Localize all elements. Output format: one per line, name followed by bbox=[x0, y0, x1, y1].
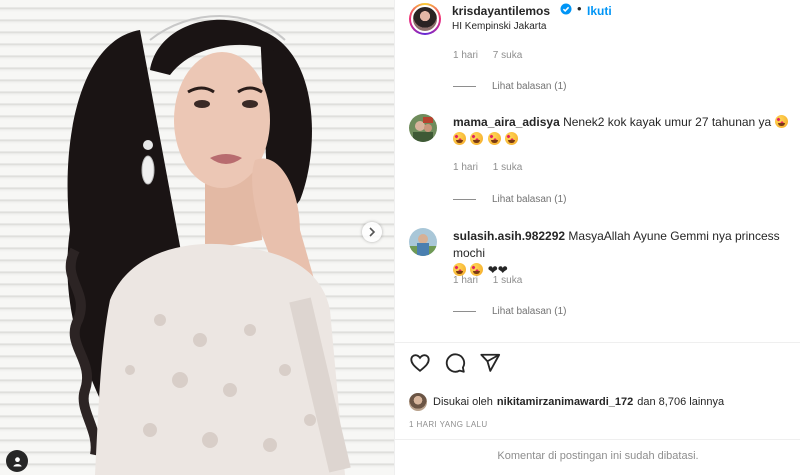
post-photo[interactable] bbox=[0, 0, 394, 475]
heart-eyes-emoji bbox=[774, 115, 788, 128]
share-icon[interactable] bbox=[479, 352, 501, 374]
comment-text: sulasih.asih.982292 MasyaAllah Ayune Gem… bbox=[453, 228, 793, 279]
commenter-avatar[interactable] bbox=[409, 228, 437, 256]
author-username[interactable]: krisdayantilemos bbox=[452, 4, 550, 18]
heart-eyes-emoji bbox=[505, 132, 519, 145]
commenter-avatar[interactable] bbox=[409, 114, 437, 142]
avatar-image bbox=[409, 228, 437, 256]
header-separator: • bbox=[577, 1, 582, 16]
comment-time[interactable]: 1 hari bbox=[453, 50, 478, 61]
liker-username[interactable]: nikitamirzanimawardi_172 bbox=[497, 396, 633, 408]
likes-summary[interactable]: Disukai oleh nikitamirzanimawardi_172 da… bbox=[409, 393, 724, 411]
comment-likes[interactable]: 1 suka bbox=[493, 275, 522, 286]
comment-meta: 1 hari 1 suka bbox=[453, 275, 534, 286]
verified-badge-icon bbox=[560, 3, 572, 15]
heart-icon[interactable] bbox=[409, 352, 431, 374]
commenter-username[interactable]: mama_aira_adisya bbox=[453, 115, 560, 129]
likes-prefix: Disukai oleh bbox=[433, 396, 493, 408]
avatar-image bbox=[409, 114, 437, 142]
comment-likes[interactable]: 7 suka bbox=[493, 50, 522, 61]
follow-button[interactable]: Ikuti bbox=[587, 4, 612, 18]
next-photo-button[interactable] bbox=[362, 222, 382, 242]
view-replies-button[interactable]: Lihat balasan (1) bbox=[453, 306, 567, 317]
comment-text: mama_aira_adisya Nenek2 kok kayak umur 2… bbox=[453, 114, 793, 148]
comment-icon[interactable] bbox=[444, 352, 466, 374]
comment-time[interactable]: 1 hari bbox=[453, 162, 478, 173]
post-timestamp[interactable]: 1 HARI YANG LALU bbox=[409, 420, 488, 429]
view-replies-button[interactable]: Lihat balasan (1) bbox=[453, 81, 567, 92]
comment-likes[interactable]: 1 suka bbox=[493, 162, 522, 173]
post-actions bbox=[409, 352, 501, 376]
likes-count[interactable]: dan 8,706 lainnya bbox=[637, 396, 724, 408]
commenter-username[interactable]: sulasih.asih.982292 bbox=[453, 229, 565, 243]
heart-eyes-emoji bbox=[453, 132, 466, 145]
comments-limited-notice: Komentar di postingan ini sudah dibatasi… bbox=[497, 450, 699, 462]
divider bbox=[395, 439, 800, 440]
media-indicator[interactable] bbox=[6, 450, 28, 472]
chevron-right-icon bbox=[369, 227, 376, 237]
view-replies-button[interactable]: Lihat balasan (1) bbox=[453, 194, 567, 205]
heart-eyes-emoji bbox=[487, 132, 501, 145]
comment-meta: 1 hari 7 suka bbox=[453, 50, 534, 61]
view-replies-label: Lihat balasan (1) bbox=[492, 81, 567, 92]
liker-avatar[interactable] bbox=[409, 393, 427, 411]
user-icon bbox=[12, 456, 22, 467]
post-photo-illustration bbox=[65, 15, 351, 475]
heart-eyes-emoji bbox=[470, 132, 484, 145]
comment-time[interactable]: 1 hari bbox=[453, 275, 478, 286]
author-avatar[interactable] bbox=[409, 3, 441, 35]
post-location[interactable]: HI Kempinski Jakarta bbox=[452, 21, 546, 32]
replies-line bbox=[453, 311, 476, 312]
view-replies-label: Lihat balasan (1) bbox=[492, 194, 567, 205]
post-header: krisdayantilemos • Ikuti HI Kempinski Ja… bbox=[395, 0, 800, 40]
replies-line bbox=[453, 86, 476, 87]
post-side-panel: krisdayantilemos • Ikuti HI Kempinski Ja… bbox=[394, 0, 800, 475]
replies-line bbox=[453, 199, 476, 200]
view-replies-label: Lihat balasan (1) bbox=[492, 306, 567, 317]
comment-meta: 1 hari 1 suka bbox=[453, 162, 534, 173]
divider bbox=[395, 342, 800, 343]
comment-body: Nenek2 kok kayak umur 27 tahunan ya bbox=[563, 115, 772, 129]
